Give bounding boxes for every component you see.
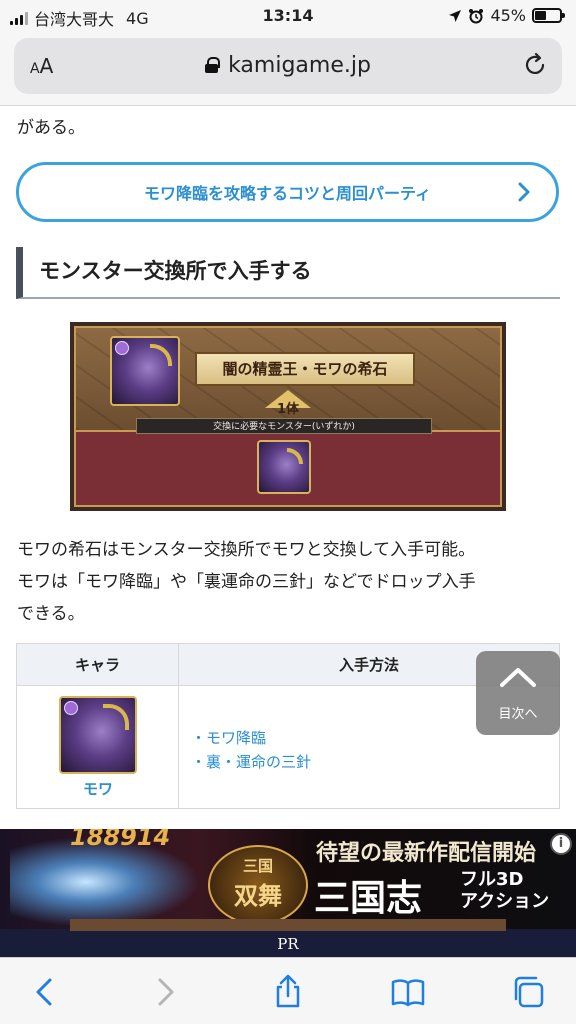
paragraph-line: モワは「モワ降臨」や「裏運命の三針」などでドロップ入手 <box>17 572 476 592</box>
pr-label: PR <box>277 935 299 953</box>
table-cell-character: モワ <box>17 686 179 808</box>
ad-tagline: フル3D アクション <box>460 869 549 913</box>
character-name-link[interactable]: モワ <box>17 778 179 799</box>
table-header-character: キャラ <box>17 644 179 686</box>
paragraph-line: できる。 <box>17 604 85 624</box>
leading-text: がある。 <box>17 118 85 138</box>
tabs-icon <box>514 976 544 1008</box>
ad-info-icon[interactable]: i <box>550 833 572 855</box>
url-text: kamigame.jp <box>228 53 371 78</box>
moa-monster-icon <box>257 440 311 494</box>
moa-stone-icon <box>110 336 180 406</box>
url-display[interactable]: kamigame.jp <box>14 53 562 78</box>
item-title-plate: 闇の精霊王・モワの希石 <box>195 352 415 386</box>
moa-strategy-link-button[interactable]: モワ降臨を攻略するコツと周回パーティ <box>16 162 559 222</box>
address-bar[interactable]: AA kamigame.jp <box>14 38 562 94</box>
book-icon <box>391 979 425 1007</box>
count-badge: 1体 <box>265 390 311 417</box>
back-button[interactable] <box>28 974 64 1010</box>
bookmarks-button[interactable] <box>390 974 426 1010</box>
section-heading: モンスター交換所で入手する <box>16 247 560 299</box>
ad-logo: 三国 双舞 <box>208 845 308 925</box>
tabs-button[interactable] <box>510 974 546 1010</box>
chevron-right-icon <box>518 182 530 202</box>
forward-button[interactable] <box>148 974 184 1010</box>
method-link-moa-descent[interactable]: ・モワ降臨 <box>191 727 266 748</box>
battery-percent: 45% <box>490 6 526 25</box>
ad-title: 三国志 <box>314 878 423 919</box>
chevron-up-icon <box>500 668 536 687</box>
browser-toolbar <box>0 957 576 1024</box>
share-icon <box>276 974 300 1008</box>
chevron-left-icon <box>36 978 52 1006</box>
ad-tagline-line2: アクション <box>460 891 550 912</box>
battery-icon <box>532 8 565 23</box>
location-arrow-icon <box>449 9 462 22</box>
battery-fill <box>535 11 546 20</box>
browser-address-area: AA kamigame.jp <box>0 34 576 106</box>
chevron-right-icon <box>158 978 174 1006</box>
ad-score: 188914 <box>70 829 171 851</box>
table-of-contents-button[interactable]: 目次へ <box>476 651 560 735</box>
count-label: 1体 <box>276 402 300 417</box>
toc-button-label: 目次へ <box>498 707 538 722</box>
paragraph-line: モワの希石はモンスター交換所でモワと交換して入手可能。 <box>17 540 476 560</box>
lock-icon <box>205 57 221 73</box>
ad-logo-bottom: 双舞 <box>234 882 282 910</box>
pr-strip: PR <box>0 919 576 957</box>
exchange-image: 闇の精霊王・モワの希石 1体 交換に必要なモンスター(いずれか) <box>70 322 506 511</box>
method-link-three-needles[interactable]: ・裏・運命の三針 <box>191 751 311 772</box>
moa-character-icon[interactable] <box>59 696 137 774</box>
advertisement-banner[interactable]: 188914 三国 双舞 待望の最新作配信開始 三国志 フル3D アクション i <box>0 829 576 929</box>
alarm-clock-icon <box>469 8 484 23</box>
link-button-label: モワ降臨を攻略するコツと周回パーティ <box>143 184 432 203</box>
ad-headline: 待望の最新作配信開始 <box>316 841 537 866</box>
share-button[interactable] <box>270 974 306 1010</box>
reload-icon[interactable] <box>522 52 548 78</box>
status-bar: 台湾大哥大 4G 13:14 45% <box>0 0 576 34</box>
status-right: 45% <box>448 6 565 25</box>
ad-logo-top: 三国 <box>242 857 273 875</box>
strip-image <box>70 919 506 931</box>
ad-tagline-line1: フル3D <box>460 869 524 890</box>
required-monster-bar: 交換に必要なモンスター(いずれか) <box>136 418 432 434</box>
